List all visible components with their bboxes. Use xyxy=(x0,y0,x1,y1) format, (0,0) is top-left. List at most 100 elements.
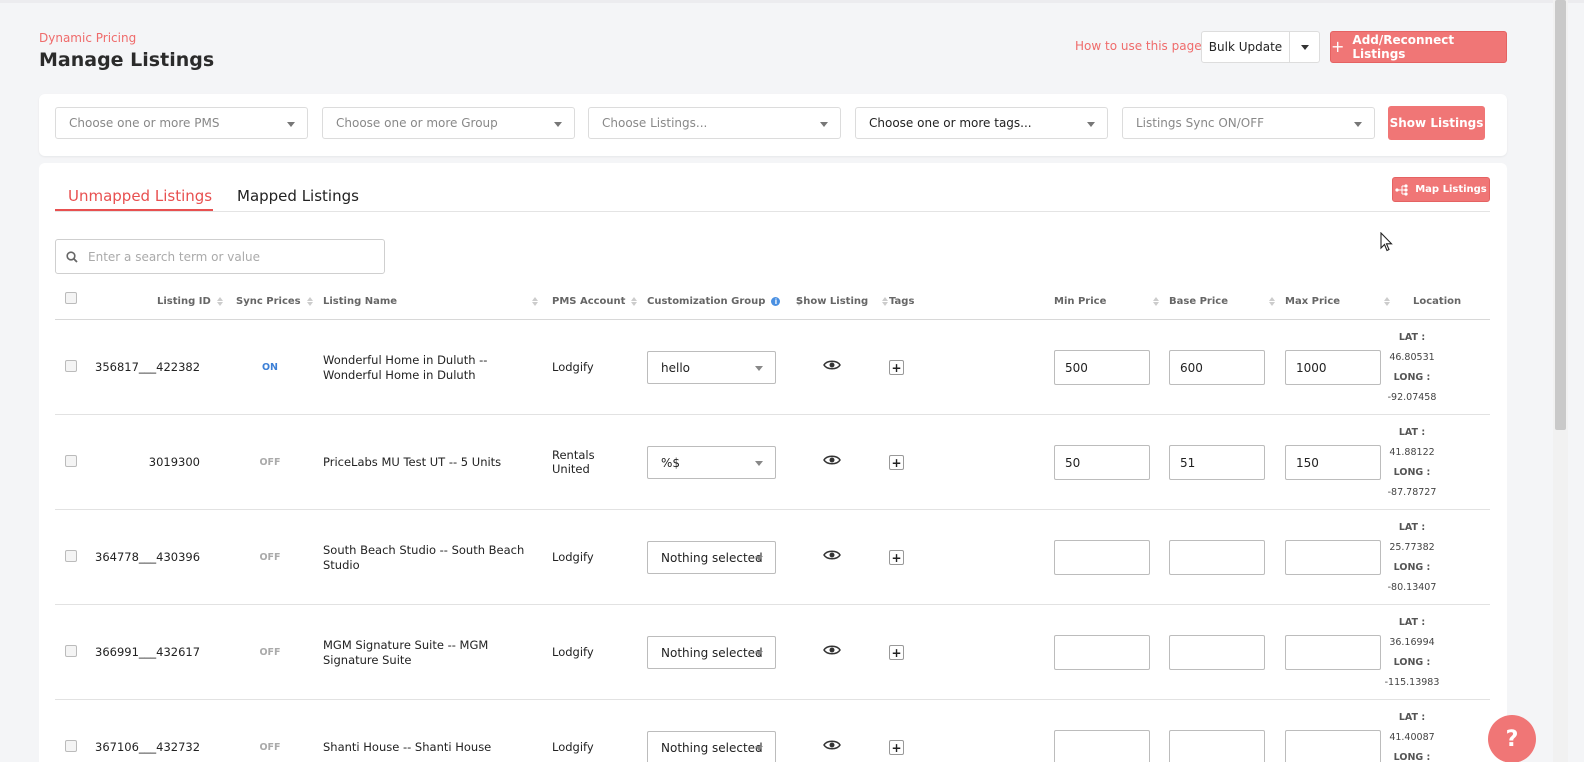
sync-status[interactable]: OFF xyxy=(255,647,285,658)
customization-group-select[interactable]: hello xyxy=(647,351,776,384)
sort-icon xyxy=(1384,297,1390,306)
col-pms-account[interactable]: PMS Account xyxy=(552,296,638,307)
sort-icon xyxy=(306,297,313,306)
sync-status[interactable]: ON xyxy=(255,362,285,373)
max-price-input[interactable] xyxy=(1285,540,1381,575)
col-max-price[interactable]: Max Price xyxy=(1285,296,1390,307)
top-strip xyxy=(0,0,1584,3)
table-row: 364778___430396 OFF South Beach Studio -- … xyxy=(55,510,1490,605)
row-checkbox[interactable] xyxy=(65,645,77,657)
info-icon[interactable]: i xyxy=(771,297,781,306)
bulk-update-button[interactable]: Bulk Update xyxy=(1202,32,1290,62)
col-listing-name[interactable]: Listing Name xyxy=(323,296,538,307)
row-checkbox[interactable] xyxy=(65,550,77,562)
add-reconnect-listings-button[interactable]: + Add/Reconnect Listings xyxy=(1330,31,1507,63)
customization-group-value: Nothing selected xyxy=(661,550,763,565)
chevron-down-icon xyxy=(1300,44,1309,50)
page-scrollbar-thumb[interactable] xyxy=(1555,0,1566,430)
customization-group-select[interactable]: Nothing selected xyxy=(647,636,776,669)
listing-name: South Beach Studio -- South Beach Studio xyxy=(323,543,525,572)
breadcrumb[interactable]: Dynamic Pricing xyxy=(39,31,136,45)
lat-value: 41.40087 xyxy=(1389,732,1435,743)
group-select-placeholder: Choose one or more Group xyxy=(336,116,498,130)
base-price-input[interactable] xyxy=(1169,635,1265,670)
max-price-input[interactable]: 150 xyxy=(1285,445,1381,480)
bulk-update-split-button[interactable]: Bulk Update xyxy=(1201,31,1320,63)
chevron-down-icon xyxy=(755,366,763,371)
sync-status[interactable]: OFF xyxy=(255,457,285,468)
sync-status[interactable]: OFF xyxy=(255,742,285,753)
row-checkbox[interactable] xyxy=(65,740,77,752)
base-price-input[interactable] xyxy=(1169,540,1265,575)
col-sync-prices[interactable]: Sync Prices xyxy=(236,296,313,307)
col-max-price-label: Max Price xyxy=(1285,296,1341,307)
customization-group-value: %$ xyxy=(661,455,681,470)
show-listing-eye-icon[interactable] xyxy=(823,358,841,372)
base-price-input[interactable] xyxy=(1169,730,1265,762)
chevron-down-icon xyxy=(820,122,828,127)
chevron-down-icon xyxy=(1087,122,1095,127)
select-all-checkbox[interactable] xyxy=(65,292,77,304)
add-tag-plus-icon[interactable]: + xyxy=(889,550,904,565)
col-sync-prices-label: Sync Prices xyxy=(236,296,301,307)
add-tag-plus-icon[interactable]: + xyxy=(889,645,904,660)
base-price-input[interactable]: 600 xyxy=(1169,350,1265,385)
min-price-input[interactable] xyxy=(1054,635,1150,670)
chevron-down-icon xyxy=(755,651,763,656)
col-show-listing[interactable]: Show Listing xyxy=(796,296,889,307)
col-listing-name-label: Listing Name xyxy=(323,296,398,307)
add-tag-plus-icon[interactable]: + xyxy=(889,455,904,470)
add-tag-plus-icon[interactable]: + xyxy=(889,740,904,755)
table-row: 366991___432617 OFF MGM Signature Suite --… xyxy=(55,605,1490,700)
col-min-price[interactable]: Min Price xyxy=(1054,296,1159,307)
max-price-input[interactable] xyxy=(1285,730,1381,762)
base-price-input[interactable]: 51 xyxy=(1169,445,1265,480)
tab-unmapped-listings[interactable]: Unmapped Listings xyxy=(68,187,212,205)
bulk-update-dropdown-toggle[interactable] xyxy=(1290,32,1319,62)
active-tab-indicator xyxy=(55,209,213,211)
max-price-input[interactable] xyxy=(1285,635,1381,670)
add-tag-plus-icon[interactable]: + xyxy=(889,360,904,375)
min-price-input[interactable] xyxy=(1054,730,1150,762)
listing-name: PriceLabs MU Test UT -- 5 Units xyxy=(323,455,502,469)
col-base-price[interactable]: Base Price xyxy=(1169,296,1275,307)
sync-status[interactable]: OFF xyxy=(255,552,285,563)
min-price-input[interactable] xyxy=(1054,540,1150,575)
col-customization-group[interactable]: Customization Group i xyxy=(647,296,803,307)
min-price-input[interactable]: 50 xyxy=(1054,445,1150,480)
row-checkbox[interactable] xyxy=(65,455,77,467)
pms-account: Lodgify xyxy=(552,645,594,659)
lat-value: 41.88122 xyxy=(1389,447,1435,458)
pms-select[interactable]: Choose one or more PMS xyxy=(55,107,308,139)
show-listings-button[interactable]: Show Listings xyxy=(1388,106,1485,140)
customization-group-select[interactable]: %$ xyxy=(647,446,776,479)
min-price-input[interactable]: 500 xyxy=(1054,350,1150,385)
customization-group-select[interactable]: Nothing selected xyxy=(647,731,776,762)
customization-group-select[interactable]: Nothing selected xyxy=(647,541,776,574)
show-listing-eye-icon[interactable] xyxy=(823,453,841,467)
listing-id: 366991___432617 xyxy=(95,645,201,659)
sync-select[interactable]: Listings Sync ON/OFF xyxy=(1122,107,1375,139)
search-input[interactable]: Enter a search term or value xyxy=(55,239,385,274)
show-listing-eye-icon[interactable] xyxy=(823,548,841,562)
col-listing-id[interactable]: Listing ID xyxy=(157,296,223,307)
listings-select[interactable]: Choose Listings... xyxy=(588,107,841,139)
help-link[interactable]: How to use this page? xyxy=(1075,39,1208,53)
max-price-input[interactable]: 1000 xyxy=(1285,350,1381,385)
row-checkbox[interactable] xyxy=(65,360,77,372)
map-listings-button[interactable]: Map Listings xyxy=(1392,177,1490,202)
show-listing-eye-icon[interactable] xyxy=(823,738,841,752)
tags-select[interactable]: Choose one or more tags... xyxy=(855,107,1108,139)
sort-icon xyxy=(631,297,638,306)
tab-mapped-listings[interactable]: Mapped Listings xyxy=(237,187,359,205)
location-cell: LAT : 41.88122 LONG : -87.78727 xyxy=(1382,423,1442,503)
group-select[interactable]: Choose one or more Group xyxy=(322,107,575,139)
lat-label: LAT : xyxy=(1398,427,1426,438)
help-button[interactable]: ? xyxy=(1488,715,1536,762)
listing-id: 364778___430396 xyxy=(95,550,201,564)
listings-panel: Unmapped Listings Mapped Listings Map Li… xyxy=(39,163,1507,762)
pms-account: Lodgify xyxy=(552,550,594,564)
lat-value: 36.16994 xyxy=(1389,637,1435,648)
location-cell: LAT : 25.77382 LONG : -80.13407 xyxy=(1382,518,1442,598)
show-listing-eye-icon[interactable] xyxy=(823,643,841,657)
